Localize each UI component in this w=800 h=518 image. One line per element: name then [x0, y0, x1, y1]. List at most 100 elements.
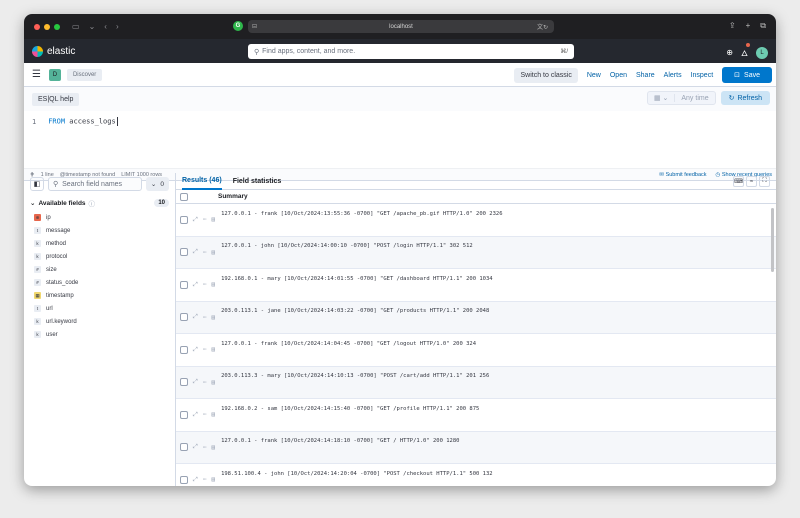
row-checkbox[interactable] — [180, 345, 188, 354]
open-link[interactable]: Open — [610, 72, 627, 79]
document-icon[interactable]: ▤ — [211, 216, 215, 223]
share-link[interactable]: Share — [636, 72, 655, 79]
switch-to-classic-button[interactable]: Switch to classic — [514, 67, 578, 83]
row-checkbox[interactable] — [180, 215, 188, 224]
inspect-link[interactable]: Inspect — [691, 72, 714, 79]
expand-icon[interactable]: ⤢ — [193, 281, 198, 289]
breadcrumb[interactable]: Discover — [66, 68, 103, 81]
expand-icon[interactable]: ⤢ — [193, 346, 198, 354]
help-icon[interactable]: ⊕ — [726, 48, 733, 57]
table-row[interactable]: ⤢ ⋯ ▤ 203.0.113.1 - jane [10/Oct/2024:14:03… — [176, 301, 776, 334]
field-filter-button[interactable]: ⌄ 0 — [145, 177, 169, 191]
table-row[interactable]: ⤢ ⋯ ▤ 192.168.0.1 - mary [10/Oct/2024:14:01… — [176, 269, 776, 302]
document-icon[interactable]: ▤ — [211, 444, 215, 451]
esql-help-button[interactable]: ES|QL help — [32, 92, 80, 106]
table-row[interactable]: ⤢ ⋯ ▤ 127.0.0.1 - frank [10/Oct/2024:13:55:… — [176, 204, 776, 237]
notifications-icon[interactable]: 🜂 — [741, 43, 750, 61]
space-badge[interactable]: D — [48, 68, 61, 81]
extension-icon[interactable]: G — [233, 21, 243, 31]
document-icon[interactable]: ▤ — [211, 249, 215, 256]
column-summary[interactable]: Summary — [218, 193, 248, 200]
more-icon[interactable]: ⋯ — [203, 216, 207, 223]
available-fields-header[interactable]: ⌄ Available fields ⓘ 10 — [30, 197, 169, 209]
row-checkbox[interactable] — [180, 410, 188, 419]
field-item-size[interactable]: # size — [30, 263, 169, 276]
refresh-button[interactable]: ↻ Refresh — [720, 91, 770, 105]
more-icon[interactable]: ⋯ — [203, 314, 207, 321]
global-search-input[interactable]: ⚲ Find apps, content, and more. ⌘/ — [248, 44, 574, 59]
field-item-status_code[interactable]: # status_code — [30, 276, 169, 289]
avatar[interactable]: L — [756, 46, 768, 59]
share-icon[interactable]: ⇪ — [729, 21, 736, 31]
query-editor[interactable]: 1 FROM access_logs — [24, 111, 776, 169]
row-checkbox[interactable] — [180, 313, 188, 322]
translate-icon[interactable]: 文↻ — [537, 22, 548, 31]
row-checkbox[interactable] — [180, 280, 188, 289]
field-search-input[interactable]: ⚲ Search field names — [48, 177, 142, 191]
tab-field-statistics[interactable]: Field statistics — [233, 178, 282, 185]
field-item-ip[interactable]: ⊕ ip — [30, 211, 169, 224]
close-window-button[interactable] — [34, 23, 40, 30]
table-row[interactable]: ⤢ ⋯ ▤ 127.0.0.1 - john [10/Oct/2024:14:00:1… — [176, 236, 776, 269]
results-scrollbar[interactable] — [771, 208, 774, 272]
field-item-user[interactable]: k user — [30, 328, 169, 341]
expand-icon[interactable]: ⤢ — [193, 443, 198, 451]
row-checkbox[interactable] — [180, 475, 188, 484]
save-button[interactable]: ⊡ Save — [722, 67, 772, 83]
field-item-method[interactable]: k method — [30, 237, 169, 250]
menu-icon[interactable]: ☰ — [32, 69, 41, 80]
field-item-message[interactable]: t message — [30, 224, 169, 237]
forward-icon[interactable]: › — [116, 22, 119, 31]
document-icon[interactable]: ▤ — [211, 411, 215, 418]
more-icon[interactable]: ⋯ — [203, 444, 207, 451]
more-icon[interactable]: ⋯ — [203, 249, 207, 256]
more-icon[interactable]: ⋯ — [203, 346, 207, 353]
select-all-checkbox[interactable] — [180, 192, 188, 201]
keyboard-icon[interactable]: ⌨ — [733, 176, 744, 187]
alerts-link[interactable]: Alerts — [664, 72, 682, 79]
document-icon[interactable]: ▤ — [211, 281, 215, 288]
table-row[interactable]: ⤢ ⋯ ▤ 203.0.113.3 - mary [10/Oct/2024:14:10… — [176, 366, 776, 399]
table-row[interactable]: ⤢ ⋯ ▤ 198.51.100.4 - john [10/Oct/2024:14:2… — [176, 464, 776, 486]
more-icon[interactable]: ⋯ — [203, 411, 207, 418]
document-icon[interactable]: ▤ — [211, 314, 215, 321]
zoom-window-button[interactable] — [54, 23, 60, 30]
sidebar-toggle-icon[interactable]: ▭ — [72, 22, 80, 31]
expand-icon[interactable]: ⤢ — [193, 216, 198, 224]
calendar-icon[interactable]: ▦ ⌄ — [648, 94, 676, 102]
more-icon[interactable]: ⋯ — [203, 476, 207, 483]
date-picker[interactable]: ▦ ⌄ Any time — [646, 91, 716, 105]
field-item-protocol[interactable]: k protocol — [30, 250, 169, 263]
new-tab-icon[interactable]: + — [746, 21, 751, 31]
tab-results[interactable]: Results (46) — [182, 173, 222, 190]
expand-icon[interactable]: ⤢ — [193, 411, 198, 419]
field-item-url-keyword[interactable]: k url.keyword — [30, 315, 169, 328]
expand-icon[interactable]: ⤢ — [193, 313, 198, 321]
document-icon[interactable]: ▤ — [211, 379, 215, 386]
back-icon[interactable]: ‹ — [104, 22, 107, 31]
row-checkbox[interactable] — [180, 248, 188, 257]
density-icon[interactable]: ≈ — [746, 176, 757, 187]
table-row[interactable]: ⤢ ⋯ ▤ 192.168.0.2 - sam [10/Oct/2024:14:15:… — [176, 399, 776, 432]
document-icon[interactable]: ▤ — [211, 346, 215, 353]
chevron-down-icon[interactable]: ⌄ — [89, 22, 96, 31]
expand-icon[interactable]: ⤢ — [193, 378, 198, 386]
table-row[interactable]: ⤢ ⋯ ▤ 127.0.0.1 - frank [10/Oct/2024:14:04:… — [176, 334, 776, 367]
fullscreen-icon[interactable]: ⛶ — [759, 176, 770, 187]
date-range-label[interactable]: Any time — [675, 95, 714, 102]
table-row[interactable]: ⤢ ⋯ ▤ 127.0.0.1 - frank [10/Oct/2024:14:18:… — [176, 431, 776, 464]
expand-icon[interactable]: ⤢ — [193, 248, 198, 256]
field-item-url[interactable]: t url — [30, 302, 169, 315]
elastic-logo[interactable]: elastic — [32, 45, 75, 57]
more-icon[interactable]: ⋯ — [203, 281, 207, 288]
new-link[interactable]: New — [587, 72, 601, 79]
more-icon[interactable]: ⋯ — [203, 379, 207, 386]
row-checkbox[interactable] — [180, 443, 188, 452]
document-icon[interactable]: ▤ — [211, 476, 215, 483]
expand-icon[interactable]: ⤢ — [193, 476, 198, 484]
tabs-overview-icon[interactable]: ⧉ — [760, 21, 766, 31]
minimize-window-button[interactable] — [44, 23, 50, 30]
site-settings-icon[interactable]: ⊟ — [252, 23, 257, 30]
sidebar-collapse-icon[interactable]: ◧ — [30, 177, 44, 191]
field-item-timestamp[interactable]: ▦ timestamp — [30, 289, 169, 302]
